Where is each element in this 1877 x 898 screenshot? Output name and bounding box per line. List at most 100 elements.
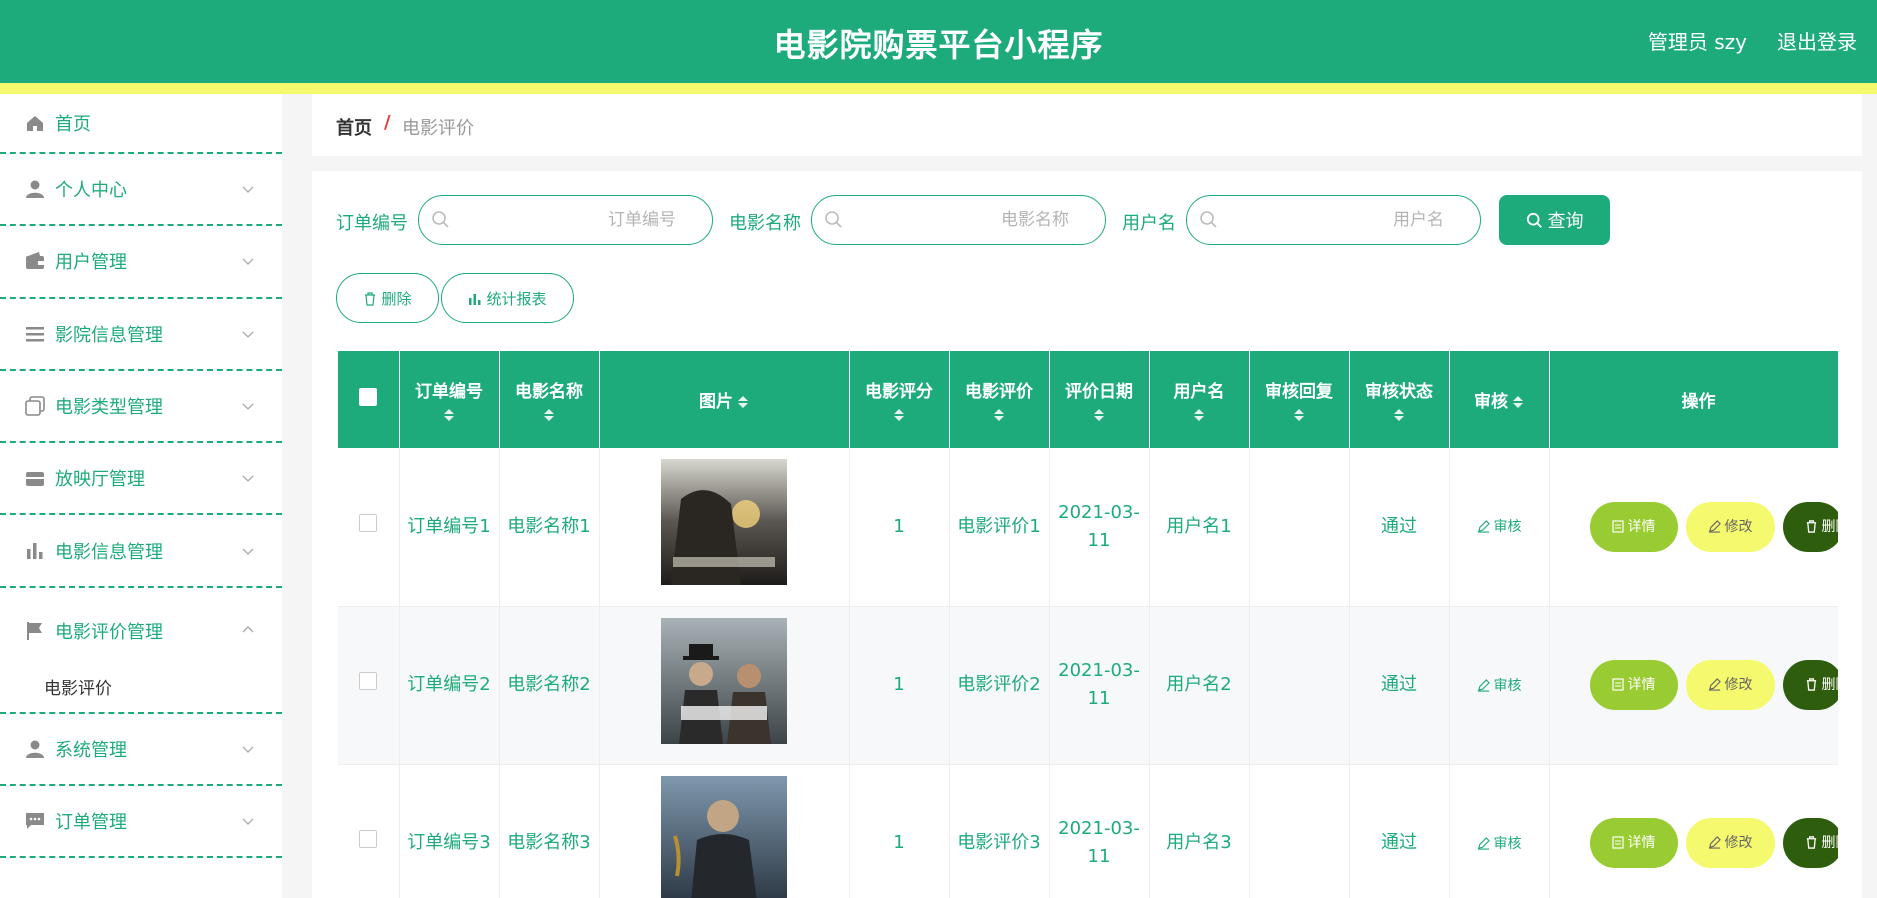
audit-link[interactable]: 审核: [1477, 836, 1522, 852]
sidebar-item-users[interactable]: 用户管理: [0, 226, 282, 299]
edit-icon: [1708, 836, 1721, 849]
order-number-cell: 订单编号1: [399, 448, 500, 607]
sidebar-item-profile[interactable]: 个人中心: [0, 154, 282, 227]
breadcrumb-home[interactable]: 首页: [336, 114, 372, 140]
audit-status-cell: 通过: [1349, 606, 1450, 765]
column-header[interactable]: 审核状态: [1349, 351, 1450, 448]
review-date-cell: 2021-03-11: [1049, 764, 1150, 898]
sidebar-item-home[interactable]: 首页: [0, 94, 282, 154]
sort-icon: [894, 409, 904, 421]
audit-cell: 审核: [1449, 764, 1550, 898]
bulk-delete-button[interactable]: 删除: [336, 273, 439, 323]
column-header[interactable]: 审核: [1449, 351, 1550, 448]
logout-link[interactable]: 退出登录: [1777, 26, 1857, 55]
sidebar-item-label: 系统管理: [55, 739, 127, 761]
flag-icon: [27, 621, 42, 640]
search-icon: [1526, 212, 1542, 228]
score-cell: 1: [849, 606, 950, 765]
column-header[interactable]: 评价日期: [1049, 351, 1150, 448]
detail-button[interactable]: 详情: [1589, 818, 1678, 868]
sidebar-subitem-movie-review[interactable]: 电影评价: [44, 674, 112, 699]
sidebar-item-label: 首页: [55, 114, 91, 135]
column-header[interactable]: 电影名称: [499, 351, 600, 448]
breadcrumb-separator: /: [384, 112, 391, 133]
query-button[interactable]: 查询: [1499, 195, 1610, 245]
document-icon: [1611, 520, 1624, 533]
row-checkbox[interactable]: [359, 830, 378, 848]
edit-button[interactable]: 修改: [1685, 501, 1775, 552]
username-cell: 用户名1: [1149, 448, 1250, 607]
edit-icon: [1708, 519, 1721, 533]
detail-button[interactable]: 详情: [1589, 501, 1678, 552]
column-header[interactable]: 审核回复: [1249, 351, 1350, 448]
audit-reply-cell: [1249, 448, 1350, 607]
chevron-down-icon: [242, 186, 254, 194]
row-checkbox[interactable]: [359, 672, 378, 690]
column-header[interactable]: 电影评价: [949, 351, 1050, 448]
detail-button[interactable]: 详情: [1589, 660, 1678, 710]
order-number-input[interactable]: [476, 208, 676, 232]
movie-poster-image: [661, 775, 787, 898]
sidebar-item-movie-info[interactable]: 电影信息管理: [0, 515, 282, 588]
box-icon: [26, 472, 44, 487]
movie-name-cell: 电影名称1: [499, 448, 600, 607]
row-checkbox[interactable]: [359, 513, 378, 532]
edit-icon: [1477, 520, 1490, 533]
sidebar-item-hall[interactable]: 放映厅管理: [0, 443, 282, 516]
audit-reply-cell: [1249, 606, 1350, 765]
operations-cell: 详情修改删除: [1549, 448, 1838, 607]
sort-icon: [544, 409, 554, 421]
stats-report-label: 统计报表: [486, 289, 547, 308]
stats-report-button[interactable]: 统计报表: [441, 273, 574, 323]
chat-icon: [26, 813, 44, 830]
sidebar-item-cinema[interactable]: 影院信息管理: [0, 299, 282, 371]
chevron-down-icon: [242, 548, 254, 555]
audit-link[interactable]: 审核: [1477, 519, 1522, 535]
audit-status-cell: 通过: [1349, 764, 1450, 898]
sidebar-item-movie-type[interactable]: 电影类型管理: [0, 371, 282, 444]
app-title: 电影院购票平台小程序: [773, 26, 1104, 64]
search-icon: [825, 211, 842, 228]
chevron-up-icon: [242, 625, 254, 633]
column-header[interactable]: 用户名: [1149, 351, 1250, 448]
delete-button[interactable]: 删除: [1782, 501, 1838, 552]
sidebar-item-system[interactable]: 系统管理: [0, 714, 282, 787]
breadcrumb-current: 电影评价: [402, 118, 474, 139]
column-header: 操作: [1549, 351, 1838, 448]
edit-button[interactable]: 修改: [1685, 660, 1775, 710]
delete-button[interactable]: 删除: [1782, 818, 1838, 868]
sidebar-item-label: 电影评价管理: [55, 621, 163, 643]
select-all-checkbox[interactable]: [359, 388, 378, 406]
column-header[interactable]: 订单编号: [399, 351, 500, 448]
header-accent-bar: [0, 83, 1877, 94]
copy-icon: [25, 396, 45, 416]
order-number-search: [418, 195, 713, 245]
edit-icon: [1477, 678, 1490, 692]
audit-link[interactable]: 审核: [1477, 678, 1522, 694]
sidebar-item-orders[interactable]: 订单管理: [0, 786, 282, 859]
sort-icon: [1094, 409, 1104, 421]
sidebar-item-review-mgmt[interactable]: 电影评价管理 电影评价: [0, 588, 282, 714]
delete-button[interactable]: 删除: [1782, 660, 1838, 710]
username-search: [1186, 195, 1481, 245]
username-cell: 用户名2: [1149, 606, 1250, 765]
row-select-cell: [338, 764, 400, 898]
movie-poster-image: [661, 617, 787, 744]
username-input[interactable]: [1244, 208, 1444, 232]
table-row: 订单编号3 电影名称3 1 电影评价3 2021-03-11 用户名3 通过 审…: [338, 764, 1838, 898]
wallet-icon: [26, 252, 44, 270]
sidebar-item-label: 电影信息管理: [55, 541, 163, 563]
review-date-cell: 2021-03-11: [1049, 448, 1150, 607]
column-header[interactable]: 电影评分: [849, 351, 950, 448]
username-label: 用户名: [1122, 213, 1176, 234]
review-table: 订单编号 电影名称 图片 电影评分 电影评价 评价日期 用户名 审核回复 审核状…: [338, 351, 1838, 898]
person-icon: [26, 180, 44, 199]
audit-status-cell: 通过: [1349, 448, 1450, 607]
score-cell: 1: [849, 448, 950, 607]
edit-button[interactable]: 修改: [1685, 818, 1775, 868]
review-cell: 电影评价1: [949, 448, 1050, 607]
search-icon: [1200, 211, 1217, 228]
column-header[interactable]: 图片: [599, 351, 850, 448]
table-header-row: 订单编号 电影名称 图片 电影评分 电影评价 评价日期 用户名 审核回复 审核状…: [338, 351, 1838, 448]
movie-name-input[interactable]: [869, 208, 1069, 232]
